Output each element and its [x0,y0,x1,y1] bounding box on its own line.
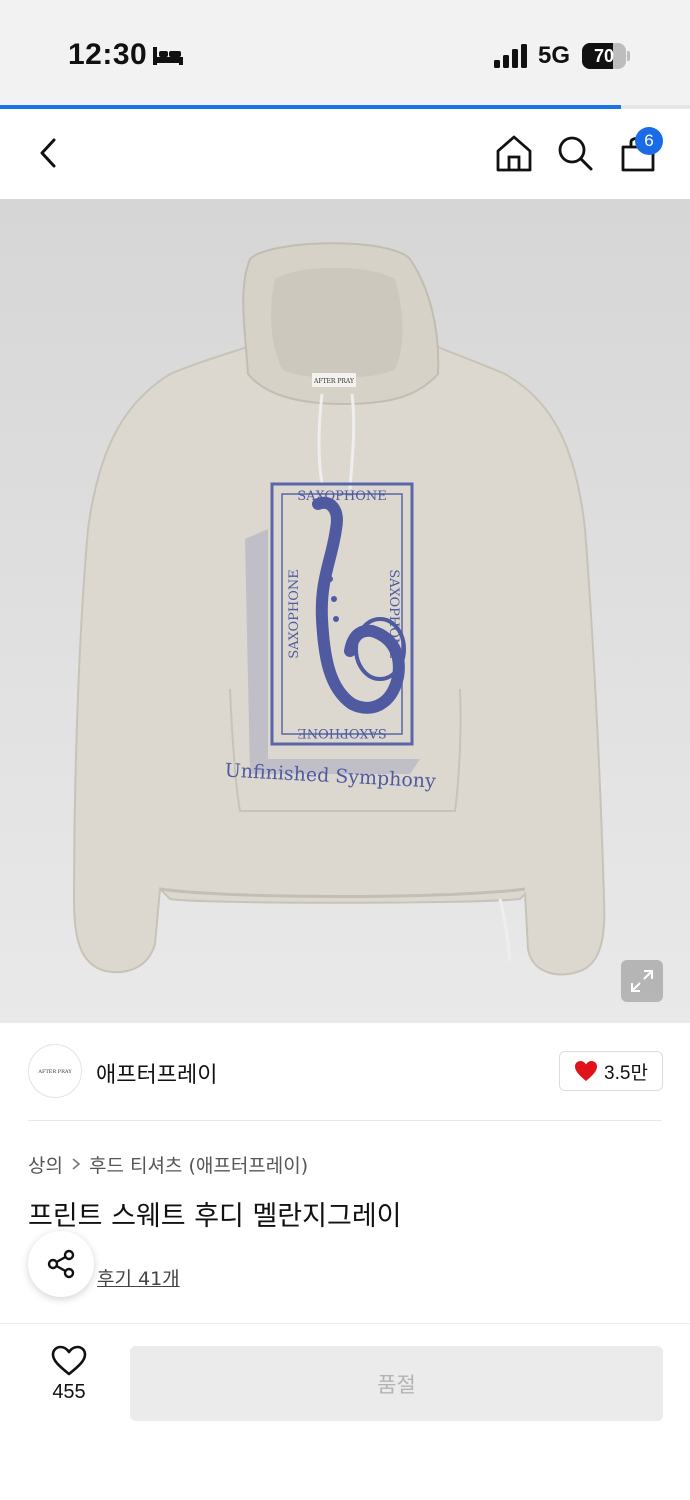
brand-logo-text: AFTER PRAY [37,1069,72,1075]
print-text-bottom: SAXOPHONE [297,725,387,740]
back-button[interactable] [24,129,72,177]
brand-logo[interactable]: AFTER PRAY [28,1044,82,1098]
share-icon [47,1249,75,1279]
brand-name[interactable]: 애프터프레이 [96,1057,217,1089]
wishlist-count: 455 [52,1381,86,1403]
brand-like-count: 3.5만 [604,1062,648,1084]
product-image[interactable]: AFTER PRAY SAXOPHONE SAXOPHONE SAXOPHONE… [0,199,690,1023]
share-button[interactable] [28,1231,94,1297]
heart-filled-icon [575,1061,598,1081]
wishlist-button[interactable]: 455 [34,1345,104,1417]
bed-icon [153,47,183,65]
battery-level: 70 [593,46,615,66]
chevron-right-icon [72,1158,81,1170]
breadcrumb-item-subcategory[interactable]: 후드 티셔츠 (애프터프레이) [89,1151,308,1178]
neck-label: AFTER PRAY [313,378,355,385]
brand-like-button[interactable]: 3.5만 [559,1051,663,1091]
top-nav [0,109,690,199]
back-icon [40,138,56,168]
print-text-left: SAXOPHONE [287,569,302,659]
product-title: 프린트 스웨트 후디 멜란지그레이 [28,1201,402,1232]
divider [28,1120,662,1121]
home-icon [496,135,532,172]
heart-outline-icon [51,1345,87,1376]
cart-count-badge: 6 [635,127,663,155]
review-link[interactable]: 후기 41개 [97,1264,180,1291]
search-button[interactable] [551,129,599,177]
status-time: 12:30 [68,38,148,71]
breadcrumb-item-category[interactable]: 상의 [28,1151,63,1178]
breadcrumb: 상의 후드 티셔츠 (애프터프레이) [28,1150,308,1178]
print-text-top: SAXOPHONE [297,489,387,504]
expand-image-button[interactable] [621,960,663,1002]
search-icon [558,136,593,171]
status-bar: 12:30 5G 70 [0,0,690,106]
sold-out-button[interactable]: 품절 [130,1346,663,1421]
signal-icon [494,44,527,68]
home-button[interactable] [490,129,538,177]
brand-row: AFTER PRAY 애프터프레이 3.5만 [0,1023,690,1121]
hoodie-illustration: AFTER PRAY SAXOPHONE SAXOPHONE SAXOPHONE… [72,242,606,976]
network-label: 5G [538,42,571,69]
expand-icon [631,970,653,992]
battery-icon: 70 [582,43,630,69]
